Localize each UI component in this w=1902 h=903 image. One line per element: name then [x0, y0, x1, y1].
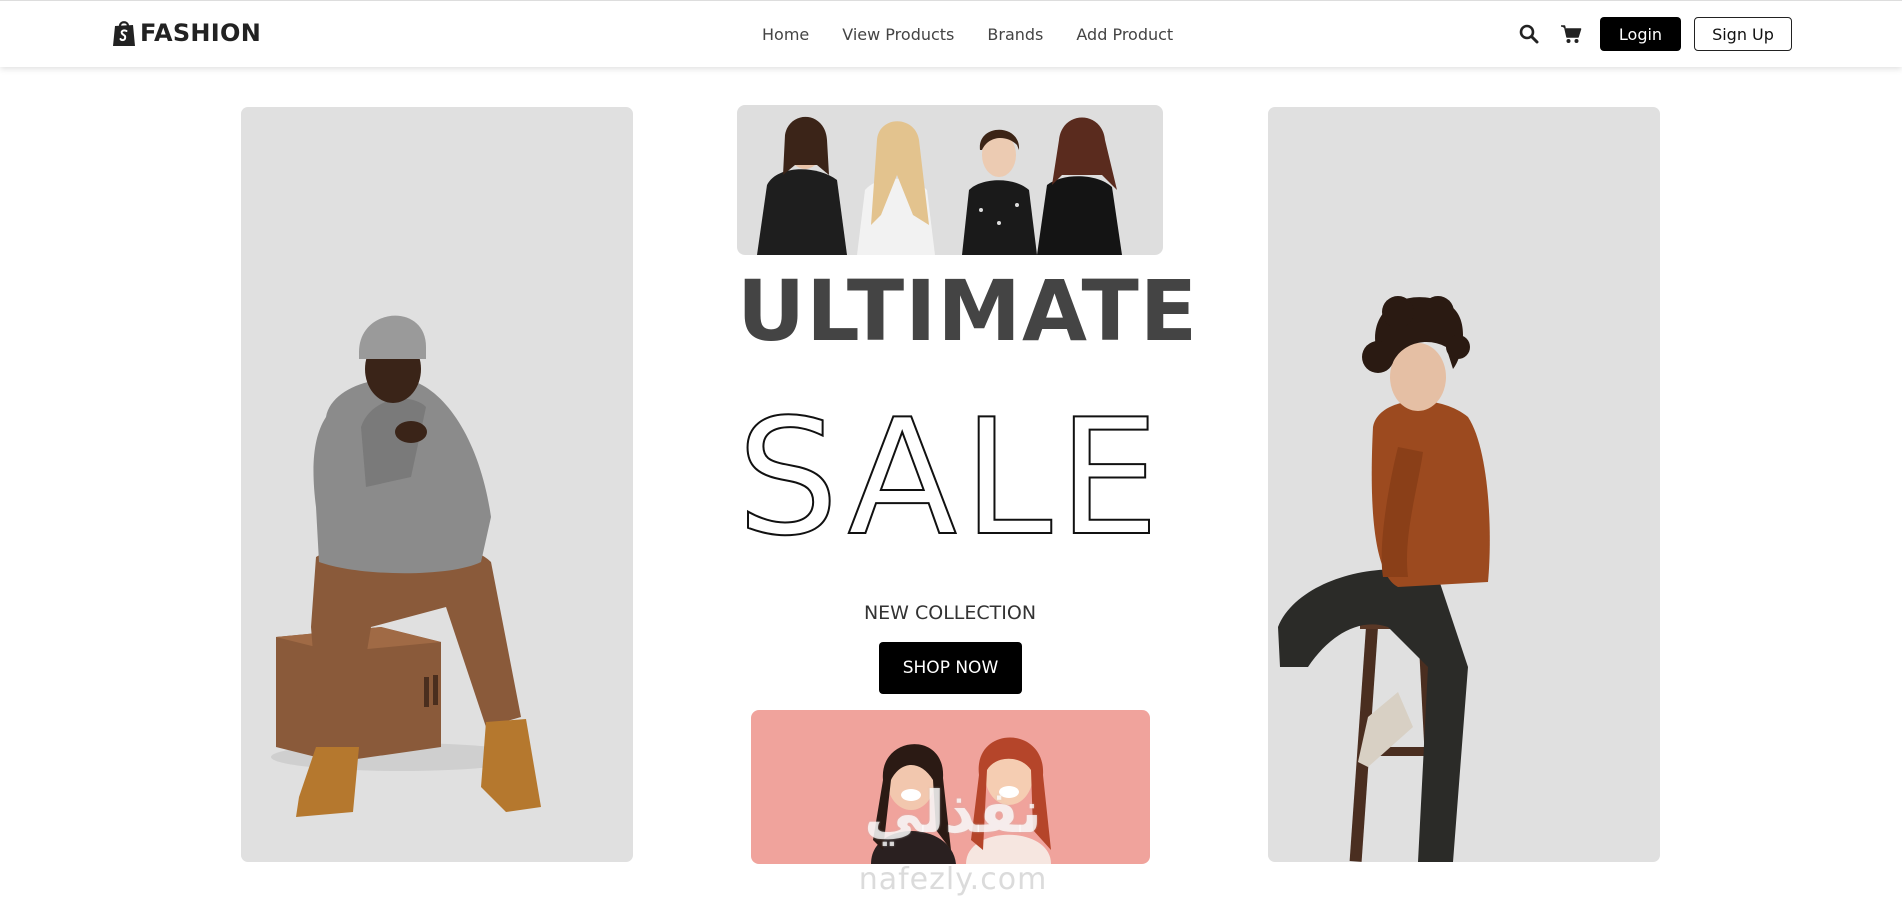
nav-actions: Login Sign Up [1516, 17, 1792, 51]
headline-ultimate: ULTIMATE [737, 262, 1199, 360]
shop-now-button[interactable]: SHOP NOW [879, 642, 1022, 694]
nav-link-add-product[interactable]: Add Product [1076, 25, 1173, 44]
brand-logo[interactable]: FASHION [112, 19, 261, 47]
signup-button[interactable]: Sign Up [1694, 17, 1792, 51]
nav-link-brands[interactable]: Brands [987, 25, 1043, 44]
nav-link-home[interactable]: Home [762, 25, 809, 44]
main-nav: Home View Products Brands Add Product [762, 25, 1173, 44]
watermark-domain: nafezly.com [858, 862, 1048, 897]
watermark-arabic: نفذلي [864, 778, 1042, 846]
center-top-group-photo [737, 105, 1163, 255]
top-navbar: FASHION Home View Products Brands Add Pr… [0, 0, 1902, 67]
headline-sale: SALE [736, 384, 1166, 571]
new-collection-label: NEW COLLECTION [863, 602, 1037, 624]
brand-name: FASHION [140, 19, 262, 47]
right-model-image [1268, 107, 1660, 862]
cart-icon[interactable] [1558, 21, 1584, 47]
login-button[interactable]: Login [1600, 17, 1681, 51]
nav-link-view-products[interactable]: View Products [842, 25, 954, 44]
shopify-bag-icon [112, 19, 136, 47]
search-icon[interactable] [1516, 21, 1542, 47]
left-model-image [241, 107, 633, 862]
